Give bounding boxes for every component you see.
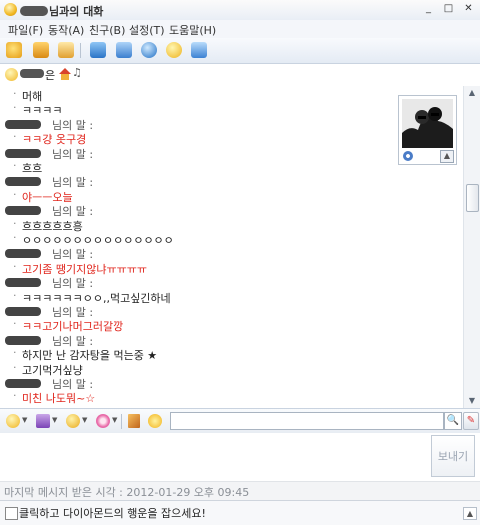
ad-banner[interactable]: 클릭하고 다이아몬드의 행운을 잡으세요! ▲ <box>0 500 480 525</box>
title-bar: 님과의 대화 _ □ ✕ <box>0 0 480 21</box>
bullet-icon: · <box>13 288 17 302</box>
chevron-down-icon[interactable]: ▼ <box>52 416 57 424</box>
bullet-icon: · <box>13 187 17 201</box>
smiley-icon <box>5 68 18 81</box>
app-icon <box>4 3 17 16</box>
redacted-name <box>5 249 41 259</box>
search-friend-icon[interactable] <box>191 42 207 58</box>
chat-history: · 머해 · ㅋㅋㅋㅋ 님의 말 : · ㅋㅋ걍 옷구경 님의 말 : · 흐흐 님의 말 : · 야ㅡ… <box>0 86 463 408</box>
banner-icon <box>5 507 18 520</box>
music-icon: ♫ <box>72 66 82 79</box>
chevron-down-icon[interactable]: ▼ <box>112 416 117 424</box>
bullet-icon: · <box>13 346 17 360</box>
redacted-name <box>20 69 44 78</box>
avatar-photo <box>402 99 453 148</box>
toolbar-separator <box>80 43 81 58</box>
bullet-icon: · <box>13 317 17 331</box>
friend-status-row: 은 ♫ <box>0 64 480 87</box>
bullet-icon: · <box>13 130 17 144</box>
memo-icon[interactable]: ✎ <box>463 412 479 430</box>
input-toolbar: ▼ ▼ ▼ ▼ 🔍 ✎ <box>0 408 480 434</box>
redacted-name <box>5 307 41 316</box>
emoticon-icon[interactable] <box>166 42 182 58</box>
screen-icon[interactable] <box>116 42 132 58</box>
invite-icon[interactable] <box>58 42 74 58</box>
close-button[interactable]: ✕ <box>462 3 475 16</box>
globe-icon[interactable] <box>141 42 157 58</box>
send-file-icon[interactable] <box>33 42 49 58</box>
avatar-option-icon[interactable] <box>403 151 413 161</box>
home-icon[interactable] <box>58 67 72 80</box>
bullet-icon: · <box>13 259 17 273</box>
menu-help[interactable]: 도움말(H) <box>169 22 216 38</box>
maximize-button[interactable]: □ <box>442 3 455 16</box>
face-icon[interactable] <box>66 414 80 428</box>
scroll-thumb[interactable] <box>466 184 479 212</box>
last-message-status: 마지막 메시지 받은 시각 : 2012-01-29 오후 09:45 <box>0 481 480 500</box>
friend-avatar[interactable]: ▲ <box>398 95 457 165</box>
window-title: 님과의 대화 <box>20 3 103 19</box>
bullet-icon: · <box>13 231 17 244</box>
message-text: 흐흐 <box>22 162 43 175</box>
message-text: ㅋㅋㅋㅋㅋㅋㅇㅇ,,먹고싶긴하네 <box>22 291 171 305</box>
message-compose-area[interactable]: 보내기 <box>0 433 480 481</box>
toolbar <box>0 38 480 64</box>
minimize-button[interactable]: _ <box>422 3 435 16</box>
gift-icon[interactable] <box>36 414 50 428</box>
redacted-name <box>5 335 41 345</box>
smiley-icon[interactable] <box>6 414 20 428</box>
bullet-icon: · <box>13 360 17 374</box>
search-icon[interactable]: 🔍 <box>444 412 462 430</box>
pen-icon[interactable] <box>128 414 140 428</box>
menu-bar: 파일(F) 동작(A) 친구(B) 설정(T) 도움말(H) <box>0 20 480 39</box>
scroll-down-icon[interactable]: ▼ <box>464 394 480 408</box>
collapse-icon[interactable]: ▲ <box>440 150 454 163</box>
status-suffix: 은 <box>45 69 56 82</box>
menu-settings[interactable]: 설정(T) <box>129 22 165 38</box>
menu-file[interactable]: 파일(F) <box>8 22 43 38</box>
bullet-icon: · <box>13 216 17 230</box>
redacted-name <box>5 379 41 388</box>
chat-search-input[interactable] <box>170 412 444 430</box>
flower-icon[interactable] <box>96 414 110 428</box>
menu-friend[interactable]: 친구(B) <box>89 22 125 38</box>
redacted-name <box>5 148 41 158</box>
toolbar-separator <box>121 414 122 429</box>
speaker-label: 님의 말 : <box>52 147 94 161</box>
message-text: ㅇㅇㅇㅇㅇㅇㅇㅇㅇㅇㅇㅇㅇㅇㅇ <box>22 234 174 247</box>
chevron-down-icon[interactable]: ▼ <box>82 416 87 424</box>
star-icon[interactable] <box>148 414 162 428</box>
chevron-down-icon[interactable]: ▼ <box>22 416 27 424</box>
bullet-icon: · <box>13 389 17 403</box>
bullet-icon: · <box>13 101 17 115</box>
redacted-name <box>5 278 41 288</box>
redacted-name <box>20 6 48 16</box>
message-text: 미친 나도뭐~☆ <box>22 392 96 406</box>
bullet-icon: · <box>13 87 17 100</box>
banner-text[interactable]: 클릭하고 다이아몬드의 행운을 잡으세요! <box>19 505 206 521</box>
add-friend-icon[interactable] <box>6 42 22 58</box>
banner-toggle-icon[interactable]: ▲ <box>463 507 477 520</box>
send-button[interactable]: 보내기 <box>431 435 475 477</box>
bullet-icon: · <box>13 159 17 172</box>
chat-scrollbar[interactable]: ▲ ▼ <box>463 86 480 408</box>
window-title-text: 님과의 대화 <box>49 5 104 18</box>
photo-icon[interactable] <box>90 42 106 58</box>
last-message-time: 마지막 메시지 받은 시각 : 2012-01-29 오후 09:45 <box>4 486 250 499</box>
redacted-name <box>5 177 41 187</box>
menu-action[interactable]: 동작(A) <box>48 22 84 38</box>
redacted-name <box>5 206 41 216</box>
scroll-up-icon[interactable]: ▲ <box>464 86 480 100</box>
redacted-name <box>5 119 41 129</box>
